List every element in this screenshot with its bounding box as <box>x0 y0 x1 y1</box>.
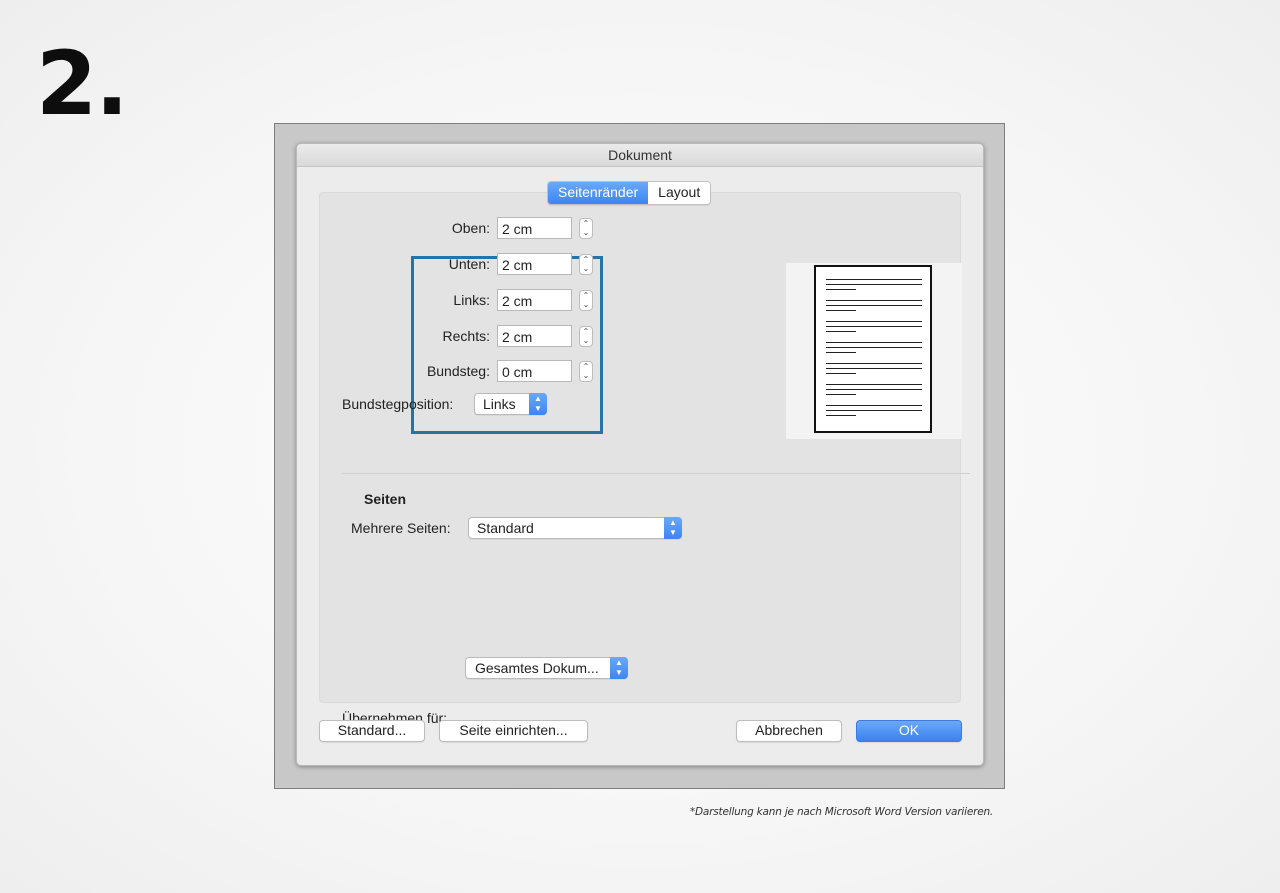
chevron-updown-icon: ▲ ▼ <box>610 657 628 679</box>
multiple-pages-select[interactable]: Standard ▲ ▼ <box>468 517 682 539</box>
stepper-icon[interactable]: ⌃ ⌄ <box>579 361 593 382</box>
tab-margins[interactable]: Seitenränder <box>548 182 649 204</box>
page-setup-button[interactable]: Seite einrichten... <box>439 720 588 742</box>
margin-right-input[interactable]: 2 cm <box>497 325 572 347</box>
title-bar[interactable]: Dokument <box>297 144 983 167</box>
margin-right-label: Rechts: <box>442 328 490 344</box>
stepper-icon[interactable]: ⌃ ⌄ <box>579 254 593 275</box>
page-preview <box>786 263 962 439</box>
tab-layout[interactable]: Layout <box>648 182 711 204</box>
multiple-pages-label: Mehrere Seiten: <box>351 520 451 536</box>
step-number: 2. <box>36 32 129 135</box>
stepper-icon[interactable]: ⌃ ⌄ <box>579 290 593 311</box>
margin-row-top: Oben: 2 cm ⌃ ⌄ <box>320 217 620 241</box>
margin-left-input[interactable]: 2 cm <box>497 289 572 311</box>
gutter-position-select[interactable]: Links ▲ ▼ <box>474 393 547 415</box>
apply-to-value: Gesamtes Dokum... <box>475 660 599 676</box>
document-dialog: Dokument Oben: 2 cm ⌃ ⌄ Unten: 2 cm ⌃ ⌄ Li… <box>296 143 984 766</box>
margin-top-label: Oben: <box>451 220 490 236</box>
margin-top-input[interactable]: 2 cm <box>497 217 572 239</box>
default-button[interactable]: Standard... <box>319 720 425 742</box>
gutter-position-value: Links <box>483 396 516 412</box>
window-title: Dokument <box>608 147 672 163</box>
margin-row-left: Links: 2 cm ⌃ ⌄ <box>320 289 620 313</box>
page-preview-sheet <box>814 265 932 433</box>
cancel-button[interactable]: Abbrechen <box>736 720 842 742</box>
footnote: *Darstellung kann je nach Microsoft Word… <box>690 806 994 818</box>
gutter-input[interactable]: 0 cm <box>497 360 572 382</box>
tab-bar: Seitenränder Layout <box>547 181 712 205</box>
chevron-updown-icon: ▲ ▼ <box>529 393 547 415</box>
margin-row-bottom: Unten: 2 cm ⌃ ⌄ <box>320 253 620 277</box>
margin-bottom-input[interactable]: 2 cm <box>497 253 572 275</box>
margin-bottom-label: Unten: <box>448 256 490 272</box>
section-divider <box>342 473 970 474</box>
margin-row-gutter: Bundsteg: 0 cm ⌃ ⌄ <box>320 360 620 384</box>
multiple-pages-value: Standard <box>477 520 534 536</box>
settings-panel: Oben: 2 cm ⌃ ⌄ Unten: 2 cm ⌃ ⌄ Links: 2 cm… <box>319 192 970 726</box>
stepper-icon[interactable]: ⌃ ⌄ <box>579 326 593 347</box>
pages-heading: Seiten <box>364 491 407 507</box>
margin-row-right: Rechts: 2 cm ⌃ ⌄ <box>320 325 620 349</box>
gutter-position-label: Bundstegposition: <box>342 396 454 412</box>
chevron-updown-icon: ▲ ▼ <box>664 517 682 539</box>
ok-button[interactable]: OK <box>856 720 962 742</box>
margin-left-label: Links: <box>453 292 490 308</box>
stepper-icon[interactable]: ⌃ ⌄ <box>579 218 593 239</box>
apply-to-select[interactable]: Gesamtes Dokum... ▲ ▼ <box>465 657 628 679</box>
gutter-label: Bundsteg: <box>426 363 490 379</box>
